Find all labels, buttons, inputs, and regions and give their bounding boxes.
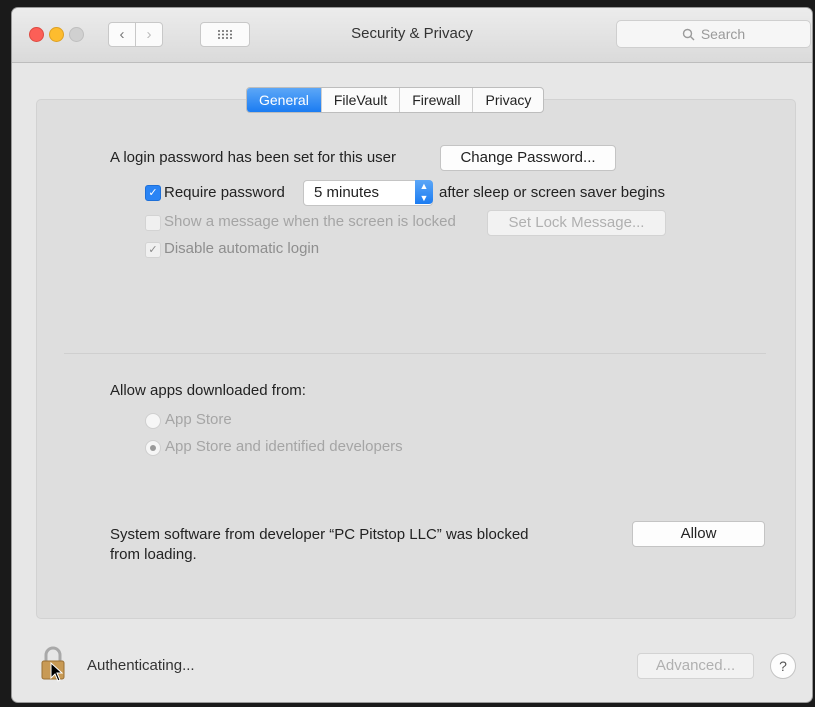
updown-arrows-icon: ▲ ▼ (415, 180, 433, 204)
tab-filevault[interactable]: FileVault (320, 88, 399, 112)
allow-button[interactable]: Allow (632, 521, 765, 547)
authenticating-status: Authenticating... (87, 657, 195, 674)
disable-autologin-label: Disable automatic login (164, 240, 320, 257)
disable-autologin-checkbox[interactable]: ✓ (145, 242, 161, 258)
tab-privacy[interactable]: Privacy (472, 88, 543, 112)
advanced-button[interactable]: Advanced... (637, 653, 754, 679)
radio-app-store-label: App Store (165, 411, 232, 428)
require-password-checkbox[interactable]: ✓ (145, 185, 161, 201)
tab-firewall[interactable]: Firewall (399, 88, 472, 112)
show-message-label: Show a message when the screen is locked (164, 213, 456, 230)
change-password-button[interactable]: Change Password... (440, 145, 616, 171)
login-password-text: A login password has been set for this u… (110, 149, 396, 166)
search-icon (682, 28, 695, 40)
show-message-checkbox[interactable] (145, 215, 161, 231)
section-divider (64, 353, 766, 354)
password-delay-value: 5 minutes (314, 184, 380, 201)
radio-app-store[interactable] (145, 413, 161, 429)
require-password-label: Require password (164, 184, 285, 201)
title-bar: ‹ › Security & Privacy Search (12, 8, 812, 63)
after-sleep-text: after sleep or screen saver begins (439, 184, 665, 201)
radio-identified-developers-label: App Store and identified developers (165, 438, 403, 455)
search-field[interactable]: Search (616, 20, 811, 48)
tab-general[interactable]: General (247, 88, 321, 112)
radio-identified-developers[interactable] (145, 440, 161, 456)
password-delay-select[interactable]: 5 minutes ▲ ▼ (303, 180, 433, 206)
blocked-software-text-line1: System software from developer “PC Pitst… (110, 526, 529, 543)
allow-apps-heading: Allow apps downloaded from: (110, 382, 306, 399)
security-privacy-window: ‹ › Security & Privacy Search General Fi… (12, 8, 812, 702)
cursor-arrow-icon (50, 661, 64, 687)
blocked-software-text-line2: from loading. (110, 546, 197, 563)
tab-bar: General FileVault Firewall Privacy (246, 87, 545, 113)
set-lock-message-button[interactable]: Set Lock Message... (487, 210, 666, 236)
help-button[interactable]: ? (770, 653, 796, 679)
search-placeholder: Search (700, 26, 746, 42)
